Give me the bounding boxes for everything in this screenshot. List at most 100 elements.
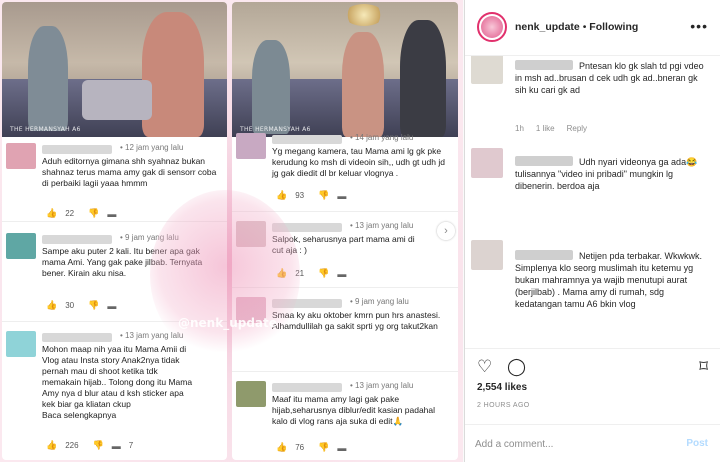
blurred-username [272,383,342,392]
like-count: 76 [295,443,305,452]
thumbs-up-icon: 👍 [46,440,58,450]
reply-button[interactable]: Reply [567,124,587,133]
username-link[interactable]: nenk_update [515,21,580,33]
list-item: • 9 jam yang lalu Sampe aku puter 2 kali… [2,230,227,322]
comment-like-count[interactable]: 1 like [536,124,555,133]
blurred-username [42,333,112,342]
comment-actions: 👍 226 👎 ▬ 7 [46,440,139,451]
add-comment-input[interactable] [475,436,665,452]
list-item: Udh nyari videonya ga ada😂 tulisannya "v… [465,146,720,238]
like-count: 226 [65,441,79,450]
avatar [6,143,36,169]
thumbs-up-icon: 👍 [46,300,58,310]
video-thumbnail: THE HERMANSYAH A6 [2,2,227,137]
person-figure [252,40,290,134]
comment-time: • 14 jam yang lalu [350,133,414,142]
comment-time: • 12 jam yang lalu [120,143,184,152]
list-item: • 9 jam yang lalu Smaa ky aku oktober km… [232,294,458,372]
add-comment-bar: Post [465,424,720,462]
person-figure [400,20,446,137]
post-header: nenk_update • Following ••• [465,0,720,56]
reply-icon: ▬ [337,190,347,201]
avatar[interactable] [471,56,503,84]
blurred-username [272,135,342,144]
reply-icon: ▬ [107,208,117,219]
post-time: 2 HOURS AGO [477,402,530,409]
bookmark-icon[interactable]: ⌑ [699,357,708,377]
comment-text: Yg megang kamera, tau Mama ami lg gk pke… [272,146,445,178]
person-figure [142,12,204,137]
person-figure [342,32,384,137]
person-figure [82,80,152,120]
comment-time: • 9 jam yang lalu [120,233,179,242]
reply-icon: ▬ [337,442,347,453]
thumbs-down-icon: 👎 [318,268,330,278]
thumbs-up-icon: 👍 [276,190,288,200]
comment-text: Sampe aku puter 2 kali. Itu bener apa ga… [42,246,203,278]
avatar [236,133,266,159]
thumbs-down-icon: 👎 [318,190,330,200]
list-item: • 13 jam yang lalu Maaf itu mama amy lag… [232,378,458,460]
blurred-username [42,235,112,244]
screenshot-panel-left: THE HERMANSYAH A6 • 12 jam yang lalu Adu… [2,2,227,460]
comment-list: Pntesan klo gk slah td pgi vdeo in msh a… [465,56,720,348]
next-image-button[interactable]: › [437,222,455,240]
comment-time: • 13 jam yang lalu [350,221,414,230]
comment-actions: 👍 76 👎 ▬ [276,442,346,453]
post-comment-button[interactable]: Post [686,438,708,449]
like-count: 21 [295,269,305,278]
comment-age: 1h [515,124,524,133]
post-image: THE HERMANSYAH A6 • 12 jam yang lalu Adu… [0,0,463,462]
avatar[interactable] [471,148,503,178]
comment-time: • 13 jam yang lalu [120,331,184,340]
reply-count: 7 [128,441,134,450]
avatar[interactable] [471,240,503,270]
comment-text: Smaa ky aku oktober kmrn pun hrs anastes… [272,310,441,331]
video-caption: THE HERMANSYAH A6 [10,126,81,133]
separator-dot: • [582,21,587,33]
like-count: 30 [65,301,75,310]
chandelier-image [344,4,384,26]
comment-actions: 👍 93 👎 ▬ [276,190,346,201]
list-item: • 12 jam yang lalu Aduh editornya gimana… [2,140,227,222]
thumbs-up-icon: 👍 [46,208,58,218]
thumbs-up-icon: 👍 [276,442,288,452]
like-count: 22 [65,209,75,218]
reply-icon: ▬ [107,300,117,311]
like-count: 93 [295,191,305,200]
thumbs-down-icon: 👎 [318,442,330,452]
avatar [6,331,36,357]
comment-text: Aduh editornya gimana shh syahnaz bukan … [42,156,217,188]
thumbs-down-icon: 👎 [88,208,100,218]
person-figure [28,26,68,131]
heart-icon[interactable]: ♡ [477,357,492,377]
following-button[interactable]: Following [589,21,638,33]
likes-count[interactable]: 2,554 likes [477,382,527,393]
thumbs-down-icon: 👎 [92,440,104,450]
comment-text: Mohon maap nih yaa itu Mama Amii di Vlog… [42,344,193,420]
avatar [236,297,266,323]
blurred-username [42,145,112,154]
avatar[interactable] [477,12,507,42]
avatar [236,221,266,247]
ellipsis-icon[interactable]: ••• [690,18,708,34]
video-thumbnail: THE HERMANSYAH A6 [232,2,458,137]
list-item: • 14 jam yang lalu Yg megang kamera, tau… [232,130,458,212]
avatar [236,381,266,407]
thumbs-up-icon: 👍 [276,268,288,278]
comment-actions: 👍 22 👎 ▬ [46,208,116,219]
reply-icon: ▬ [111,440,121,451]
list-item: • 13 jam yang lalu Mohon maap nih yaa it… [2,328,227,460]
comment-text: Salpok, seharusnya part mama ami di cut … [272,234,415,255]
comment-icon[interactable]: ◯ [507,357,526,377]
reply-icon: ▬ [337,268,347,279]
comment-text: Maaf itu mama amy lagi gak pake hijab,se… [272,394,436,426]
comments-sidebar: nenk_update • Following ••• Pntesan klo … [464,0,720,462]
post-author: nenk_update • Following [515,21,638,33]
thumbs-down-icon: 👎 [88,300,100,310]
comment-text: Pntesan klo gk slah td pgi vdeo in msh a… [515,61,704,95]
comment-meta: 1h 1 like Reply [515,124,587,133]
comment-actions: 👍 21 👎 ▬ [276,268,346,279]
comment-time: • 13 jam yang lalu [350,381,414,390]
comment-actions: 👍 30 👎 ▬ [46,300,116,311]
